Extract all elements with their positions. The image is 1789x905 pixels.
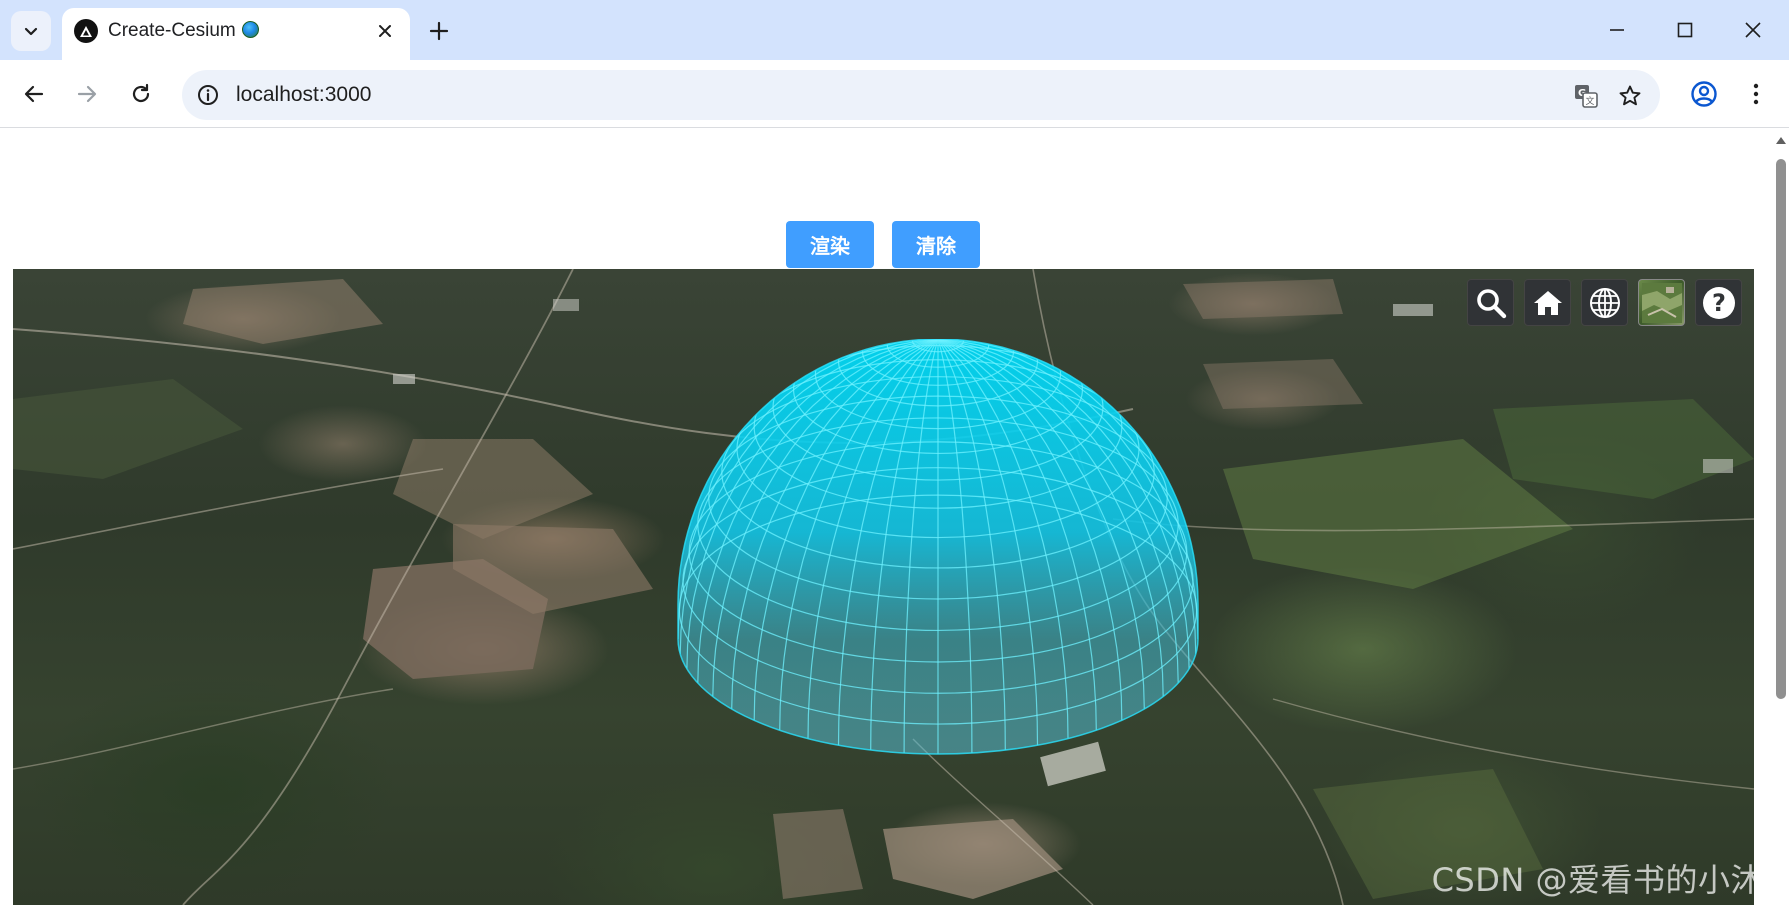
page-scrollbar[interactable] bbox=[1773, 129, 1789, 905]
browser-titlebar: Create-Cesium bbox=[0, 0, 1789, 60]
navigation-help-button[interactable]: ? bbox=[1695, 279, 1742, 326]
watermark: CSDN @爱看书的小沐 bbox=[1431, 861, 1763, 899]
cesium-viewer[interactable]: ? bbox=[13, 269, 1754, 905]
tab-title: Create-Cesium bbox=[108, 19, 259, 43]
globe-emoji-icon bbox=[241, 21, 259, 38]
geocoder-button[interactable] bbox=[1467, 279, 1514, 326]
browser-menu-button[interactable] bbox=[1736, 74, 1776, 114]
close-icon bbox=[1745, 22, 1761, 38]
home-button[interactable] bbox=[1524, 279, 1571, 326]
tab-search-button[interactable] bbox=[11, 11, 51, 51]
close-icon bbox=[379, 25, 391, 37]
new-tab-button[interactable] bbox=[424, 16, 454, 46]
bookmark-button[interactable] bbox=[1616, 82, 1644, 110]
favicon-icon bbox=[74, 19, 98, 43]
scroll-thumb[interactable] bbox=[1776, 159, 1786, 699]
account-circle-icon bbox=[1691, 81, 1717, 107]
minimize-icon bbox=[1610, 29, 1624, 31]
forward-button[interactable] bbox=[67, 74, 107, 114]
reload-icon bbox=[132, 83, 150, 103]
tab-close-button[interactable] bbox=[374, 20, 396, 42]
reload-button[interactable] bbox=[121, 74, 161, 114]
plus-icon bbox=[429, 21, 449, 41]
render-button[interactable]: 渲染 bbox=[786, 221, 874, 268]
maximize-icon bbox=[1677, 22, 1693, 38]
help-icon: ? bbox=[1702, 286, 1735, 319]
arrow-left-icon bbox=[24, 85, 44, 103]
search-icon bbox=[1476, 288, 1506, 318]
browser-toolbar: localhost:3000 G文 bbox=[0, 60, 1789, 128]
browser-tab[interactable]: Create-Cesium bbox=[62, 8, 410, 60]
back-button[interactable] bbox=[14, 74, 54, 114]
address-bar[interactable]: localhost:3000 G文 bbox=[182, 70, 1660, 120]
scene-mode-button[interactable] bbox=[1581, 279, 1628, 326]
svg-text:文: 文 bbox=[1586, 95, 1595, 107]
clear-button[interactable]: 清除 bbox=[892, 221, 980, 268]
svg-text:?: ? bbox=[1712, 289, 1726, 317]
arrow-right-icon bbox=[77, 85, 97, 103]
base-layer-picker-button[interactable] bbox=[1638, 279, 1685, 326]
hemisphere-dome bbox=[677, 339, 1199, 755]
more-vert-icon bbox=[1753, 83, 1759, 105]
page-content: 渲染 清除 ? CSDN @爱看书的小沐 bbox=[0, 129, 1773, 905]
url-text[interactable]: localhost:3000 bbox=[236, 82, 371, 108]
cesium-toolbar: ? bbox=[1467, 279, 1742, 326]
minimize-button[interactable] bbox=[1592, 10, 1642, 50]
close-window-button[interactable] bbox=[1728, 10, 1778, 50]
globe-icon bbox=[1589, 287, 1620, 318]
site-info-button[interactable] bbox=[196, 83, 220, 107]
scroll-up-arrow-icon[interactable] bbox=[1776, 137, 1786, 144]
star-icon bbox=[1619, 85, 1641, 106]
chevron-down-icon bbox=[24, 27, 38, 36]
imagery-layer-icon bbox=[1641, 282, 1682, 323]
translate-button[interactable]: G文 bbox=[1572, 82, 1600, 110]
home-icon bbox=[1533, 290, 1562, 315]
translate-icon: G文 bbox=[1575, 85, 1598, 108]
maximize-button[interactable] bbox=[1660, 10, 1710, 50]
profile-button[interactable] bbox=[1684, 74, 1724, 114]
control-buttons: 渲染 清除 bbox=[786, 221, 980, 268]
info-icon bbox=[198, 85, 218, 105]
